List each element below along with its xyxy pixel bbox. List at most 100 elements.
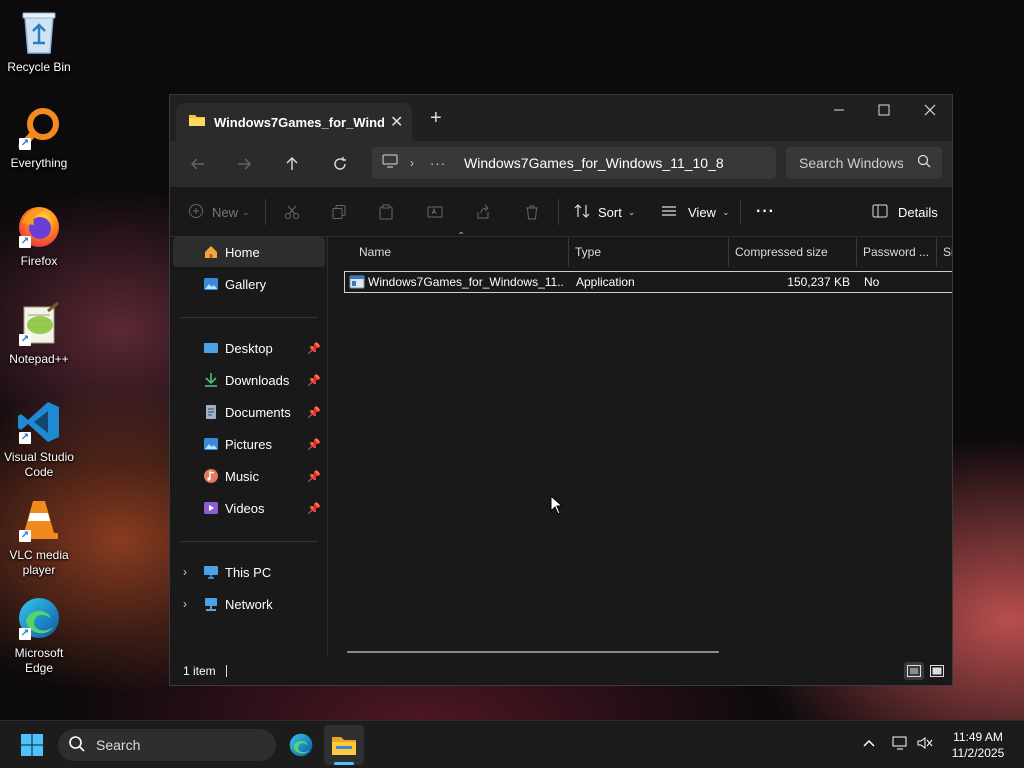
edge-icon: ↗ [15,594,63,642]
column-header-name[interactable]: Name [353,237,569,267]
column-header-compressed-size[interactable]: Compressed size [729,237,857,267]
file-name[interactable]: Windows7Games_for_Windows_11... [368,272,564,292]
column-header-size[interactable]: Size [937,237,952,267]
taskbar-search[interactable]: Search [58,729,276,761]
show-hidden-icons-button[interactable] [862,736,876,753]
search-box[interactable] [786,147,942,179]
home-icon [203,244,219,260]
share-button[interactable] [475,200,491,224]
network-status-button[interactable] [892,736,908,753]
system-clock[interactable]: 11:49 AM 11/2/2025 [940,729,1016,761]
shortcut-arrow-icon: ↗ [19,236,31,248]
pin-icon[interactable]: 📌 [307,406,321,419]
sidebar-item-network[interactable]: › Network [173,589,325,619]
search-input[interactable] [799,155,903,171]
table-row[interactable]: Windows7Games_for_Windows_11... Applicat… [344,271,952,293]
column-header-type[interactable]: Type [569,237,729,267]
horizontal-scrollbar[interactable] [347,651,719,653]
taskbar-edge-button[interactable] [281,725,321,765]
chevron-right-icon[interactable]: › [183,565,187,579]
desktop-icon-firefox[interactable]: ↗ Firefox [0,202,78,269]
start-button[interactable] [12,725,52,765]
details-view-button[interactable] [904,662,924,680]
back-button[interactable] [184,151,212,177]
sidebar-item-gallery[interactable]: Gallery [173,269,325,299]
sidebar-item-desktop[interactable]: Desktop 📌 [173,333,325,363]
rename-button[interactable] [427,200,443,224]
cut-button[interactable] [284,200,300,224]
search-icon[interactable] [917,154,931,173]
sidebar-item-home[interactable]: Home [173,237,325,267]
up-button[interactable] [278,151,306,177]
address-bar[interactable]: › ··· Windows7Games_for_Windows_11_10_8 [372,147,776,179]
maximize-button[interactable] [861,95,907,125]
mouse-cursor-icon [550,494,564,520]
desktop-icon-label: Everything [10,156,68,170]
sidebar-item-documents[interactable]: Documents 📌 [173,397,325,427]
trash-icon [526,205,538,220]
breadcrumb-current-folder[interactable]: Windows7Games_for_Windows_11_10_8 [464,155,724,171]
copy-button[interactable] [331,200,347,224]
minimize-button[interactable] [816,95,862,125]
refresh-button[interactable] [326,151,354,177]
arrow-up-icon [286,157,298,170]
desktop-icon-label: VLC media player [9,548,69,577]
details-button-label: Details [898,204,938,220]
sidebar-item-videos[interactable]: Videos 📌 [173,493,325,523]
text-caret [225,665,227,677]
navigation-bar: › ··· Windows7Games_for_Windows_11_10_8 [170,141,952,187]
taskbar-file-explorer-button[interactable] [324,725,364,765]
arrow-left-icon [191,158,204,170]
breadcrumb-overflow-button[interactable]: ··· [430,156,446,171]
divider [180,541,318,542]
tiles-view-button[interactable] [927,662,947,680]
shortcut-arrow-icon: ↗ [19,334,31,346]
documents-icon [203,404,219,420]
desktop-icon-everything[interactable]: ↗ Everything [0,104,78,171]
computer-icon [203,564,219,580]
pin-icon[interactable]: 📌 [307,470,321,483]
rename-icon [427,206,443,218]
details-view-icon [907,665,921,677]
sidebar-item-music[interactable]: Music 📌 [173,461,325,491]
pin-icon[interactable]: 📌 [307,438,321,451]
desktop-icon-vscode[interactable]: ↗ Visual Studio Code [0,398,78,480]
plus-circle-icon [188,203,204,222]
pin-icon[interactable]: 📌 [307,342,321,355]
details-button[interactable]: Details [872,200,938,224]
sort-button[interactable]: Sort ⌄ [574,200,635,224]
more-options-button[interactable]: ··· [756,200,775,224]
chevron-right-icon[interactable]: › [183,597,187,611]
taskbar-search-label: Search [96,737,141,753]
column-header-password[interactable]: Password ... [857,237,937,267]
close-button[interactable] [907,95,952,125]
file-compressed-size: 150,237 KB [787,275,850,289]
chevron-right-icon[interactable]: › [410,156,414,170]
desktop-icon-vlc[interactable]: ↗ VLC media player [0,496,78,578]
delete-button[interactable] [524,200,540,224]
desktop-icon-recycle-bin[interactable]: Recycle Bin [0,8,78,75]
sidebar-item-this-pc[interactable]: › This PC [173,557,325,587]
view-button-label: View [688,204,716,220]
tab-close-icon[interactable]: ✕ [390,112,403,132]
pin-icon[interactable]: 📌 [307,374,321,387]
new-button[interactable]: New ⌄ [188,200,250,224]
view-button[interactable]: View ⌄ [661,200,730,224]
pin-icon[interactable]: 📌 [307,502,321,515]
shortcut-arrow-icon: ↗ [19,628,31,640]
desktop-icon-notepad-plus-plus[interactable]: ↗ Notepad++ [0,300,78,367]
chevron-up-icon [863,739,875,747]
sidebar-item-label: Network [225,596,273,612]
shortcut-arrow-icon: ↗ [19,432,31,444]
tab-active[interactable]: Windows7Games_for_Window ✕ [176,103,412,141]
new-tab-button[interactable]: + [430,107,442,130]
desktop-icon-label: Recycle Bin [7,60,71,74]
sidebar-item-pictures[interactable]: Pictures 📌 [173,429,325,459]
sidebar-item-label: Gallery [225,276,267,292]
sidebar-item-downloads[interactable]: Downloads 📌 [173,365,325,395]
desktop-icon-edge[interactable]: ↗ Microsoft Edge [0,594,78,676]
command-bar: New ⌄ Sort ⌄ View ⌄ ··· Details [170,187,952,237]
volume-button[interactable] [917,736,933,753]
forward-button[interactable] [230,151,258,177]
paste-button[interactable] [378,200,394,224]
